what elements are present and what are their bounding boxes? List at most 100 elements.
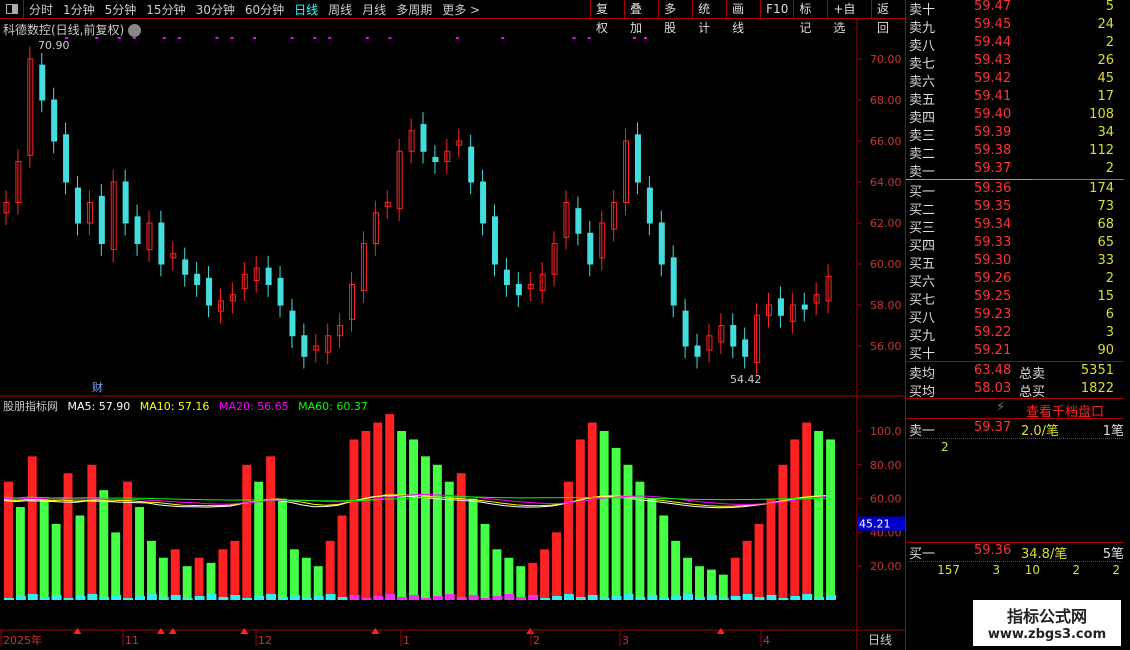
tool-button[interactable]: 返回 [871,0,905,35]
indicator-bar [802,422,812,600]
period-tab[interactable]: 15分钟 [141,3,190,17]
period-tab[interactable]: 日线 [289,3,323,17]
level-price: 59.44 [974,35,1012,50]
indicator-bar [158,557,168,600]
signal-dot [572,37,576,39]
level-volume: 73 [1097,199,1114,214]
indicator-bar [468,498,478,600]
tool-button[interactable]: 标记 [793,0,827,35]
indicator-bar [790,439,800,600]
buy1-queue-row: 买一 59.36 34.8/笔 5笔 [909,543,1124,562]
tool-button[interactable]: 画线 [726,0,760,35]
tool-button[interactable]: 复权 [590,0,624,35]
level-label: 卖九 [909,21,936,36]
indicator-bar [742,540,752,600]
indicator-name: 股朋指标网 [3,400,58,413]
tool-button[interactable]: 叠加 [624,0,658,35]
base-bar [146,594,157,600]
period-tab[interactable]: 分时 [24,3,58,17]
indicator-bar [63,473,73,600]
divider [906,361,1124,362]
tool-buttons: 复权 叠加 多股 统计 画线 F10 标记 +自选 返回 [590,0,905,35]
indicator-title[interactable]: 股朋指标网 MA5: 57.90 MA10: 57.16 MA20: 56.65… [3,398,374,414]
indicator-bar [242,464,252,600]
signal-dot [132,37,136,39]
base-bar [802,594,813,600]
period-label: 日线 [868,633,892,647]
period-tab[interactable]: 多周期 [391,3,437,17]
up-arrow-icon [716,628,725,634]
candle-body [194,273,201,285]
tool-button[interactable]: 统计 [692,0,726,35]
candle-body [491,216,498,265]
indicator-bar [456,473,466,600]
base-bar [540,598,551,600]
indicator-bar [730,557,740,600]
tool-button[interactable]: F10 [760,0,793,19]
base-bar [492,596,503,600]
order-book-panel: 卖十 59.47 5 卖九 59.45 24 卖八 59.44 2 卖七 59.43 26 卖六 59.4… [905,0,1130,650]
high-price-label: 70.90 [38,39,70,52]
level-volume: 174 [1089,181,1114,196]
signal-dot [65,37,69,39]
level-price: 59.45 [974,17,1012,32]
base-bar [301,598,312,600]
level-label: 卖七 [909,57,936,72]
period-tab[interactable]: 月线 [357,3,391,17]
base-bar [778,598,789,600]
level-price: 59.23 [974,307,1012,322]
base-bar [623,594,634,600]
level-price: 59.34 [974,217,1012,232]
period-tab[interactable]: 30分钟 [191,3,240,17]
base-bar [349,595,360,600]
base-bar [242,598,253,600]
base-bar [361,598,372,600]
base-bar [254,596,265,600]
base-bar [695,597,705,600]
indicator-bar [599,431,609,600]
base-bar [135,596,145,600]
period-tab[interactable]: 更多 > [437,3,485,17]
period-tab[interactable]: 5分钟 [100,3,142,17]
summary-total-label: 总卖 [1019,367,1046,382]
level-label: 买五 [909,257,936,272]
tool-button[interactable]: +自选 [827,0,871,35]
candle-body [575,208,582,234]
level-label: 卖一 [909,165,936,180]
tool-button[interactable]: 多股 [658,0,692,35]
ask-row: 卖九 59.45 24 [909,17,1114,36]
indicator-bar [170,549,180,600]
base-bar [325,594,336,600]
summary-row: 卖均 63.48 总卖 5351 [909,363,1114,382]
base-bar [15,596,26,600]
indicator-bar [397,431,407,600]
base-bar [75,596,86,600]
candle-body [277,277,284,306]
level-label: 买八 [909,311,936,326]
base-bar [206,594,217,600]
price-tick-label: 66.00 [870,135,902,148]
layout-toggle-button[interactable] [0,0,24,19]
candle-body [158,222,165,265]
level-volume: 2 [1105,35,1114,50]
base-bar [587,595,598,600]
indicator-bar [671,540,681,600]
indicator-bar [659,515,669,600]
period-tab[interactable]: 1分钟 [58,3,100,17]
level-volume: 68 [1097,217,1114,232]
base-bar [599,598,610,600]
queue-order: 2 [1112,563,1120,577]
level-price: 59.41 [974,89,1012,104]
base-bar [826,595,836,600]
base-bar [266,594,277,600]
base-bar [409,595,419,600]
base-bar [468,595,479,600]
indicator-bar [611,447,621,600]
period-tab[interactable]: 60分钟 [240,3,289,17]
base-bar [278,597,288,600]
base-bar [230,595,241,600]
base-bar [766,595,777,600]
level-label: 卖五 [909,93,936,108]
period-tab[interactable]: 周线 [323,3,357,17]
kline-chart[interactable]: 70.00 68.00 66.00 64.00 62.00 60.00 58.00 56.00… [0,19,905,650]
